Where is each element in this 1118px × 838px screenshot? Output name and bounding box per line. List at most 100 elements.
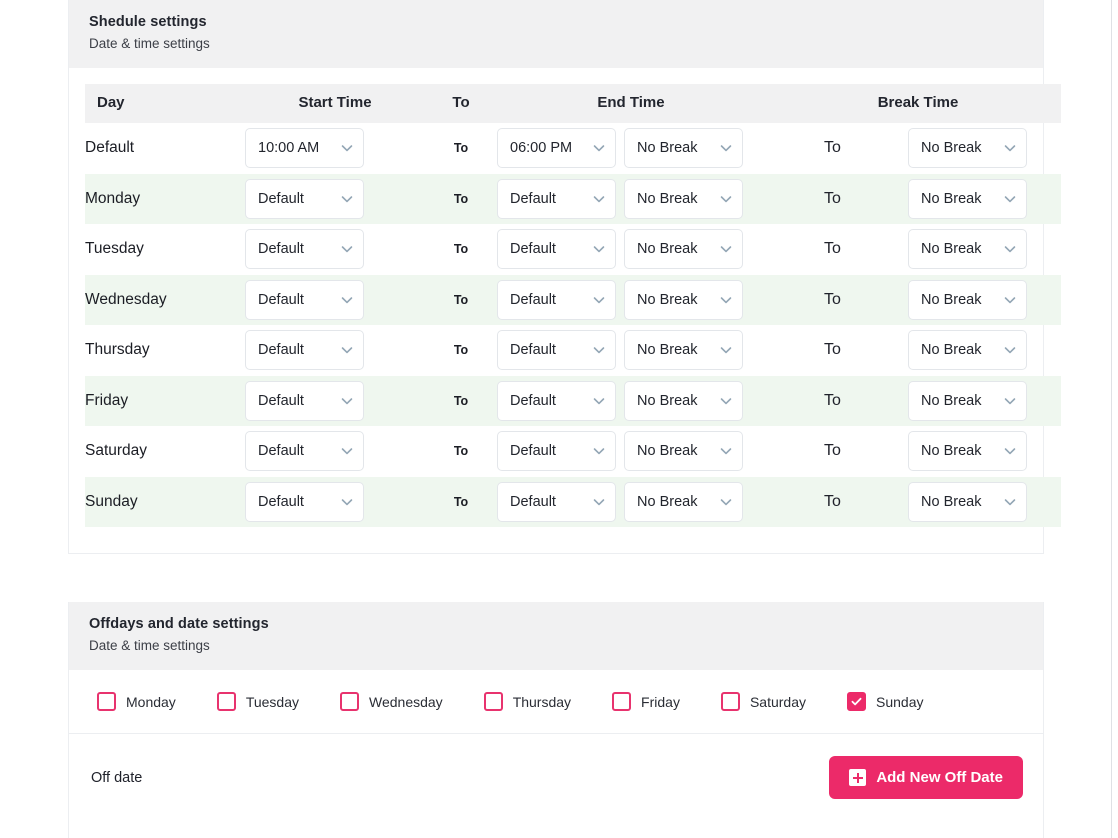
break-end-select[interactable]: No Break <box>908 229 1027 270</box>
offdays-settings-card: Offdays and date settings Date & time se… <box>68 602 1044 838</box>
checkbox-label: Saturday <box>749 693 806 710</box>
end-time-select[interactable]: Default <box>497 330 616 371</box>
checkbox-box[interactable] <box>720 692 740 711</box>
schedule-row-end-cell: Default No Break <box>497 325 765 376</box>
chevron-down-icon <box>1003 192 1017 206</box>
break-end-select[interactable]: No Break <box>908 431 1027 472</box>
column-header-start-time: Start Time <box>245 84 425 123</box>
chevron-down-icon <box>592 242 606 256</box>
to-label-start: To <box>453 242 469 257</box>
end-time-select[interactable]: Default <box>497 380 616 421</box>
chevron-down-icon <box>1003 394 1017 408</box>
break-start-select-value: No Break <box>637 241 698 258</box>
to-label-start: To <box>453 343 469 358</box>
to-label-start: To <box>453 292 469 307</box>
break-end-select[interactable]: No Break <box>908 128 1027 169</box>
chevron-down-icon <box>719 394 733 408</box>
checkbox-box[interactable] <box>340 692 359 711</box>
end-time-select[interactable]: Default <box>497 431 616 472</box>
break-end-select[interactable]: No Break <box>908 330 1027 371</box>
schedule-row-end-cell: Default No Break <box>497 376 765 427</box>
offday-checkbox-monday[interactable]: Monday <box>97 692 176 711</box>
break-start-select[interactable]: No Break <box>624 279 743 320</box>
schedule-row: Sunday Default To Default No Break To No Break <box>85 476 1061 528</box>
offday-checkbox-thursday[interactable]: Thursday <box>483 692 571 711</box>
start-time-select[interactable]: Default <box>245 481 364 522</box>
schedule-row-start-cell: Default <box>245 376 425 427</box>
break-end-select-value: No Break <box>921 241 982 258</box>
offday-checkbox-wednesday[interactable]: Wednesday <box>340 692 443 711</box>
chevron-down-icon <box>592 192 606 206</box>
off-date-row: Off date Add New Off Date <box>69 734 1043 821</box>
break-end-select-value: No Break <box>921 140 982 157</box>
chevron-down-icon <box>592 394 606 408</box>
check-icon <box>851 697 862 706</box>
break-start-select[interactable]: No Break <box>624 330 743 371</box>
break-start-select[interactable]: No Break <box>624 229 743 270</box>
to-label-break: To <box>824 189 841 207</box>
break-end-select[interactable]: No Break <box>908 178 1027 219</box>
offday-checkbox-tuesday[interactable]: Tuesday <box>216 692 299 711</box>
break-start-select[interactable]: No Break <box>624 431 743 472</box>
to-label-break: To <box>824 442 841 460</box>
break-start-select[interactable]: No Break <box>624 178 743 219</box>
chevron-down-icon <box>719 444 733 458</box>
to-label-start: To <box>453 141 469 156</box>
start-time-select-value: Default <box>258 392 304 409</box>
break-start-select-value: No Break <box>637 493 698 510</box>
start-time-select[interactable]: Default <box>245 330 364 371</box>
schedule-row-day: Default <box>85 139 135 157</box>
end-time-select-value: 06:00 PM <box>510 140 573 157</box>
offday-checkbox-friday[interactable]: Friday <box>612 692 680 711</box>
end-time-select[interactable]: Default <box>497 481 616 522</box>
chevron-down-icon <box>340 394 354 408</box>
checkbox-box[interactable] <box>216 692 236 711</box>
checkbox-box[interactable] <box>97 692 116 711</box>
start-time-select[interactable]: Default <box>245 229 364 270</box>
checkbox-box[interactable] <box>483 692 503 711</box>
checkbox-box[interactable] <box>847 692 866 711</box>
schedule-card-header: Shedule settings Date & time settings <box>69 0 1043 68</box>
checkbox-label: Sunday <box>876 693 924 710</box>
offdays-title: Offdays and date settings <box>89 616 269 632</box>
checkbox-label: Friday <box>641 693 680 710</box>
schedule-row-day: Thursday <box>85 341 150 359</box>
chevron-down-icon <box>592 141 606 155</box>
start-time-select[interactable]: 10:00 AM <box>245 128 364 169</box>
break-end-select[interactable]: No Break <box>908 279 1027 320</box>
start-time-select[interactable]: Default <box>245 431 364 472</box>
break-start-select[interactable]: No Break <box>624 481 743 522</box>
start-time-select[interactable]: Default <box>245 380 364 421</box>
end-time-select[interactable]: Default <box>497 229 616 270</box>
start-time-select[interactable]: Default <box>245 178 364 219</box>
start-time-select-value: Default <box>258 241 304 258</box>
start-time-select[interactable]: Default <box>245 279 364 320</box>
to-label-start: To <box>453 494 469 509</box>
break-start-select[interactable]: No Break <box>624 128 743 169</box>
break-end-select[interactable]: No Break <box>908 481 1027 522</box>
add-new-off-date-button[interactable]: Add New Off Date <box>829 756 1023 799</box>
end-time-select[interactable]: Default <box>497 178 616 219</box>
start-time-select-value: Default <box>258 493 304 510</box>
end-time-select[interactable]: Default <box>497 279 616 320</box>
offday-checkbox-saturday[interactable]: Saturday <box>720 692 806 711</box>
to-label-break: To <box>824 391 841 409</box>
offday-checkbox-sunday[interactable]: Sunday <box>847 692 923 711</box>
schedule-row-end-cell: Default No Break <box>497 477 765 528</box>
chevron-down-icon <box>1003 444 1017 458</box>
schedule-row-break-cell: To No Break <box>765 275 1061 326</box>
schedule-row-day: Wednesday <box>85 290 167 308</box>
schedule-row-end-cell: Default No Break <box>497 224 765 275</box>
to-label-break: To <box>824 139 841 157</box>
break-end-select[interactable]: No Break <box>908 380 1027 421</box>
end-time-select[interactable]: 06:00 PM <box>497 128 616 169</box>
start-time-select-value: Default <box>258 443 304 460</box>
chevron-down-icon <box>719 343 733 357</box>
break-start-select[interactable]: No Break <box>624 380 743 421</box>
schedule-row-day: Sunday <box>85 492 138 510</box>
break-end-select-value: No Break <box>921 443 982 460</box>
to-label-break: To <box>824 240 841 258</box>
checkbox-box[interactable] <box>612 692 632 711</box>
schedule-row-start-cell: Default <box>245 477 425 528</box>
offdays-card-header: Offdays and date settings Date & time se… <box>69 602 1043 670</box>
